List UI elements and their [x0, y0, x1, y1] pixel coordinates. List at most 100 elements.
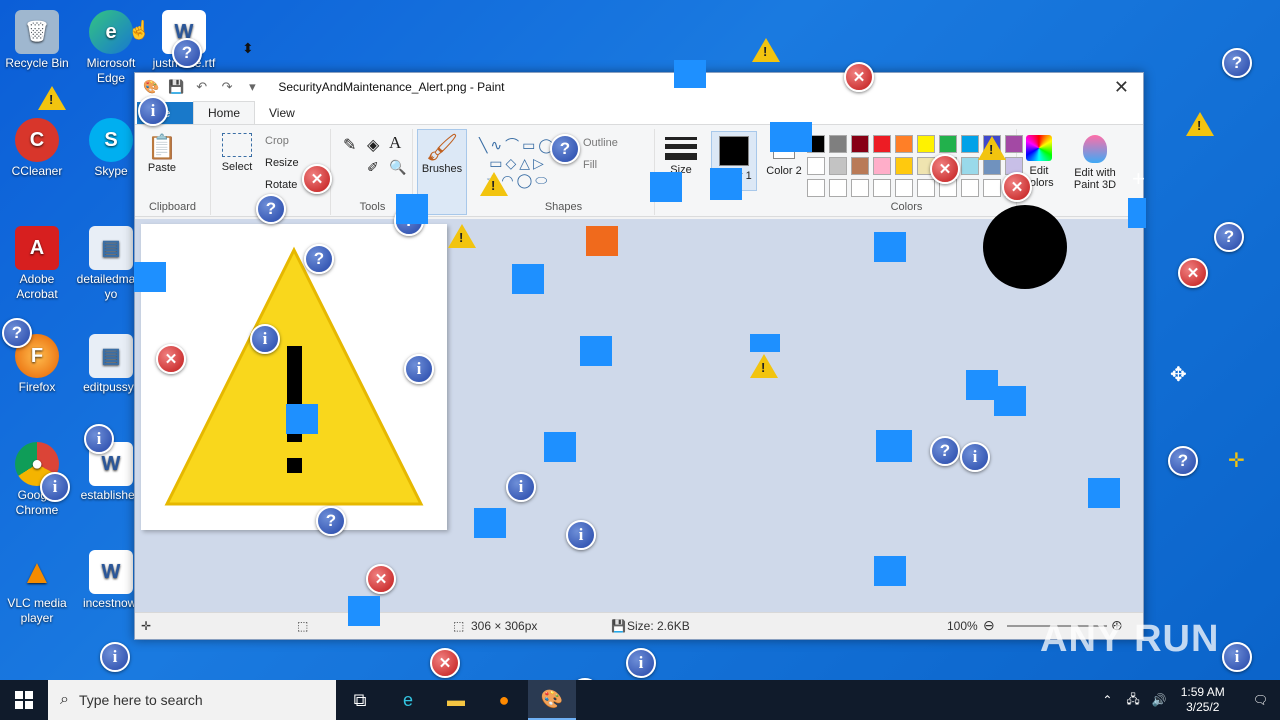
palette-swatch[interactable]: [829, 157, 847, 175]
palette-swatch[interactable]: [895, 135, 913, 153]
paint-app-icon: 🎨: [143, 79, 160, 94]
tab-home[interactable]: Home: [193, 101, 256, 124]
question-icon: ?: [550, 134, 580, 164]
image-dimensions-icon: ⬚: [453, 619, 465, 633]
info-icon: i: [40, 472, 70, 502]
task-view-icon[interactable]: ⧉: [336, 680, 384, 720]
search-icon: ⌕: [60, 691, 69, 708]
info-icon: i: [566, 520, 596, 550]
palette-swatch[interactable]: [961, 135, 979, 153]
fill-dropdown[interactable]: Fill: [583, 159, 597, 171]
info-icon: i: [250, 324, 280, 354]
resize-button[interactable]: Resize: [265, 157, 299, 169]
palette-swatch[interactable]: [829, 135, 847, 153]
warning-icon: [752, 38, 780, 62]
acrobat-icon: A: [15, 226, 59, 270]
glitch-square: [994, 386, 1026, 416]
glitch-square: [710, 168, 742, 200]
question-icon: ?: [1222, 48, 1252, 78]
title-bar: 🎨 💾 ↶ ↷ ▾ SecurityAndMaintenance_Alert.p…: [135, 73, 1143, 101]
image-canvas[interactable]: [141, 224, 447, 530]
paint-taskbar-icon[interactable]: 🎨: [528, 680, 576, 720]
file-explorer-icon[interactable]: ▬: [432, 680, 480, 720]
question-icon: ?: [304, 244, 334, 274]
anyrun-watermark: ANY RUN: [1040, 618, 1220, 660]
fill-icon[interactable]: ◈: [367, 135, 379, 155]
undo-icon[interactable]: ↶: [194, 79, 210, 95]
rotate-button[interactable]: Rotate: [265, 179, 297, 191]
custom-color-slot[interactable]: [983, 179, 1001, 197]
palette-swatch[interactable]: [895, 157, 913, 175]
custom-color-slot[interactable]: [961, 179, 979, 197]
glitch-square: [134, 262, 166, 292]
show-hidden-icons-icon[interactable]: ⌃: [1102, 693, 1112, 707]
desktop-icon-recycle-bin[interactable]: 🗑 Recycle Bin: [1, 10, 73, 71]
glitch-square: [750, 334, 780, 352]
rainbow-icon: [1026, 135, 1052, 161]
edge-taskbar-icon[interactable]: e: [384, 680, 432, 720]
save-icon[interactable]: 💾: [168, 79, 184, 95]
volume-icon[interactable]: 🔊: [1152, 693, 1167, 707]
tab-view[interactable]: View: [255, 102, 309, 124]
zoom-out-icon[interactable]: ⊖: [983, 617, 995, 634]
warning-triangle-image: [164, 246, 424, 506]
network-icon[interactable]: 🖧: [1126, 690, 1139, 711]
move-cursor-icon: ✥: [1170, 364, 1187, 386]
taskbar-search[interactable]: ⌕ Type here to search: [48, 680, 336, 720]
custom-color-slot[interactable]: [851, 179, 869, 197]
magnifier-icon[interactable]: 🔍: [389, 159, 406, 176]
selection-size-icon: ⬚: [297, 619, 309, 633]
image-file-icon: ▤: [89, 226, 133, 270]
search-placeholder: Type here to search: [78, 692, 203, 708]
word-doc-icon: W: [89, 550, 133, 594]
palette-swatch[interactable]: [851, 135, 869, 153]
custom-color-slot[interactable]: [895, 179, 913, 197]
palette-swatch[interactable]: [873, 135, 891, 153]
error-icon: ✕: [1178, 258, 1208, 288]
crop-button[interactable]: Crop: [265, 135, 289, 147]
paint3d-button[interactable]: Edit with Paint 3D: [1069, 135, 1121, 191]
custom-color-slot[interactable]: [873, 179, 891, 197]
exclamation-dot: [287, 458, 302, 473]
warning-icon: [480, 172, 508, 196]
error-icon: ✕: [302, 164, 332, 194]
palette-swatch[interactable]: [851, 157, 869, 175]
color1-swatch: [719, 136, 749, 166]
outline-dropdown[interactable]: Outline: [583, 137, 618, 149]
glitch-square: [876, 430, 912, 462]
redo-icon[interactable]: ↷: [219, 79, 235, 95]
palette-swatch[interactable]: [807, 157, 825, 175]
glitch-square: [586, 226, 618, 256]
palette-swatch[interactable]: [917, 135, 935, 153]
color-picker-icon[interactable]: ✐: [367, 159, 379, 176]
size-button[interactable]: Size: [659, 133, 703, 176]
info-icon: i: [960, 442, 990, 472]
select-button[interactable]: Select: [219, 133, 255, 173]
info-icon: i: [138, 96, 168, 126]
text-icon[interactable]: A: [389, 133, 401, 153]
paste-button[interactable]: 📋 Paste: [147, 133, 177, 174]
crosshair-cursor-icon: ✛: [1228, 450, 1245, 472]
desktop-icon-ccleaner[interactable]: C CCleaner: [1, 118, 73, 179]
custom-color-slot[interactable]: [829, 179, 847, 197]
palette-swatch[interactable]: [961, 157, 979, 175]
firefox-taskbar-icon[interactable]: ●: [480, 680, 528, 720]
glitch-square: [1128, 198, 1146, 228]
custom-color-slot[interactable]: [807, 179, 825, 197]
desktop-icon-acrobat[interactable]: A Adobe Acrobat: [1, 226, 73, 302]
close-icon[interactable]: ✕: [1114, 77, 1129, 98]
notifications-icon[interactable]: 🗨: [1253, 693, 1268, 707]
glitch-square: [396, 194, 428, 224]
desktop-icon-vlc[interactable]: ▲ VLC media player: [1, 550, 73, 626]
clipboard-group: 📋 Paste Clipboard: [135, 129, 211, 215]
system-tray: ⌃ 🖧 🔊 1:59 AM 3/25/2 🗨: [1094, 680, 1280, 720]
start-button[interactable]: [0, 680, 48, 720]
glitch-square: [1088, 478, 1120, 508]
question-icon: ?: [172, 38, 202, 68]
pencil-icon[interactable]: ✎: [343, 135, 356, 155]
palette-swatch[interactable]: [873, 157, 891, 175]
customize-qat-icon[interactable]: ▾: [244, 79, 260, 95]
palette-swatch[interactable]: [939, 135, 957, 153]
clock[interactable]: 1:59 AM 3/25/2: [1181, 685, 1225, 715]
custom-color-slot[interactable]: [917, 179, 935, 197]
